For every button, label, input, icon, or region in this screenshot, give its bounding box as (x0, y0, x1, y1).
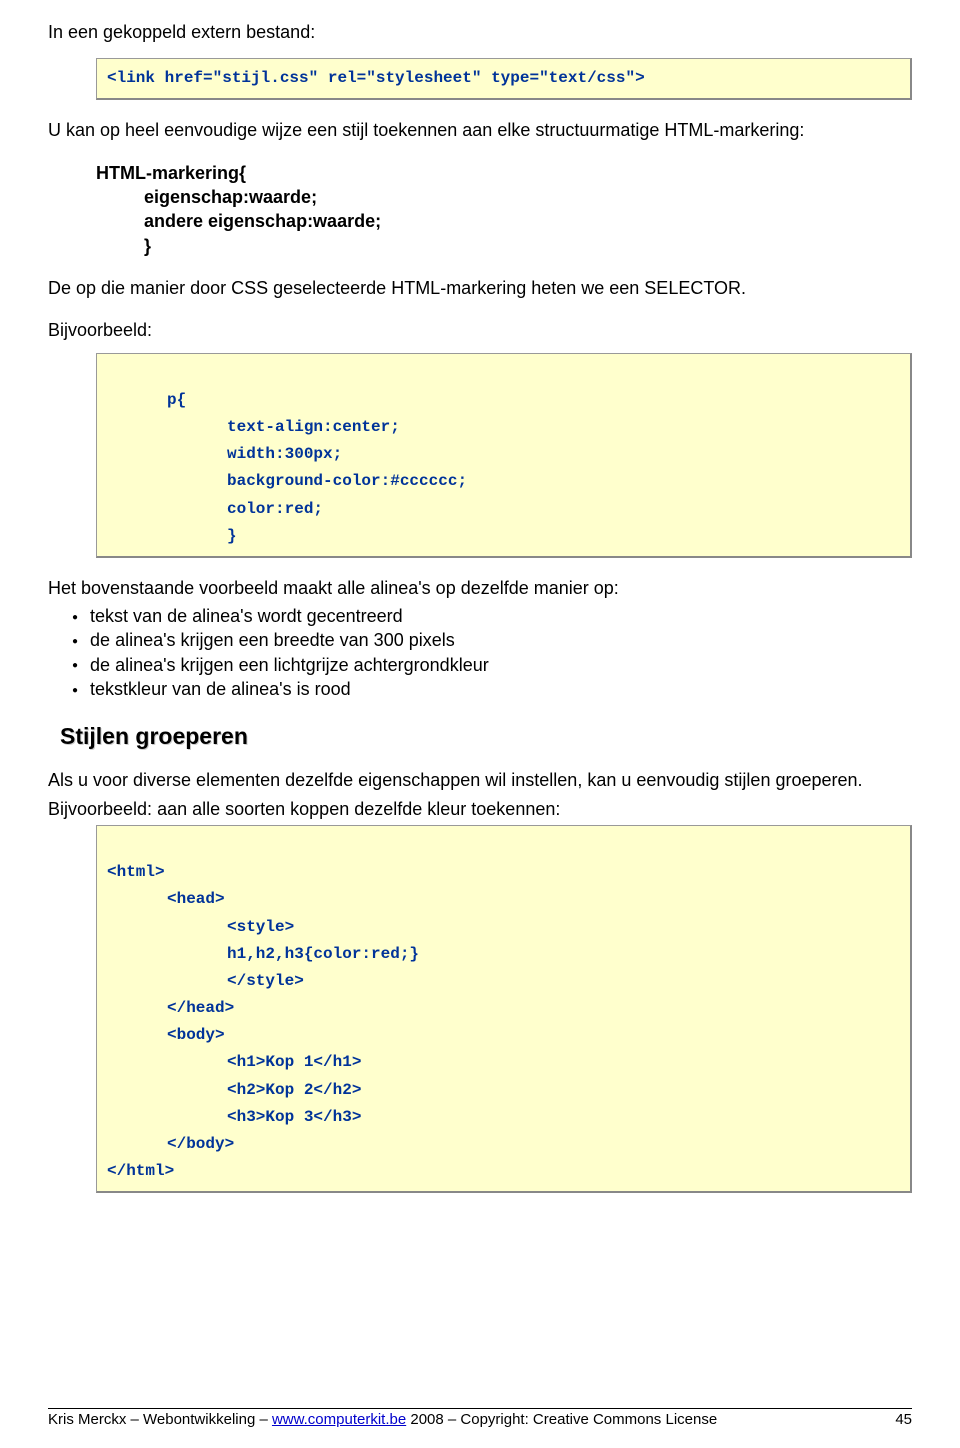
footer-pre: Kris Merckx – Webontwikkeling – (48, 1411, 272, 1428)
list-item: tekst van de alinea's wordt gecentreerd (72, 604, 912, 628)
c3-l5: </style> (107, 968, 900, 995)
para-3: De op die manier door CSS geselecteerde … (48, 276, 912, 300)
section-heading: Stijlen groeperen (60, 723, 912, 750)
para-6: Als u voor diverse elementen dezelfde ei… (48, 768, 912, 792)
para-4: Bijvoorbeeld: (48, 318, 912, 342)
c3-l4: h1,h2,h3{color:red;} (107, 941, 900, 968)
c3-l6: </head> (107, 995, 900, 1022)
list-item: tekstkleur van de alinea's is rood (72, 677, 912, 701)
c3-l8: <h1>Kop 1</h1> (107, 1049, 900, 1076)
selector-l4: } (96, 234, 912, 258)
para-2: U kan op heel eenvoudige wijze een stijl… (48, 118, 912, 142)
list-item: de alinea's krijgen een breedte van 300 … (72, 628, 912, 652)
code-block-3: <html><head><style>h1,h2,h3{color:red;}<… (96, 825, 912, 1193)
selector-l2: eigenschap:waarde; (96, 185, 912, 209)
c3-l1: <html> (107, 859, 900, 886)
c3-l3: <style> (107, 914, 900, 941)
para-5: Het bovenstaande voorbeeld maakt alle al… (48, 576, 912, 600)
page-footer: Kris Merckx – Webontwikkeling – www.comp… (48, 1408, 912, 1428)
list-item: de alinea's krijgen een lichtgrijze acht… (72, 653, 912, 677)
footer-link[interactable]: www.computerkit.be (272, 1411, 406, 1428)
c3-l2: <head> (107, 886, 900, 913)
selector-l3: andere eigenschap:waarde; (96, 209, 912, 233)
footer-post: 2008 – Copyright: Creative Commons Licen… (406, 1411, 717, 1428)
para-7: Bijvoorbeeld: aan alle soorten koppen de… (48, 797, 912, 821)
c2-l5: color:red; (107, 496, 900, 523)
c3-l7: <body> (107, 1022, 900, 1049)
c3-l10: <h3>Kop 3</h3> (107, 1104, 900, 1131)
bullet-list: tekst van de alinea's wordt gecentreerd … (72, 604, 912, 701)
code-block-2: p{text-align:center;width:300px;backgrou… (96, 353, 912, 558)
footer-left: Kris Merckx – Webontwikkeling – www.comp… (48, 1411, 717, 1428)
c3-l9: <h2>Kop 2</h2> (107, 1077, 900, 1104)
page-number: 45 (895, 1411, 912, 1428)
c2-l6: } (107, 523, 900, 550)
selector-l1: HTML-markering{ (96, 161, 912, 185)
intro-line: In een gekoppeld extern bestand: (48, 20, 912, 44)
c2-l3: width:300px; (107, 441, 900, 468)
code-block-1: <link href="stijl.css" rel="stylesheet" … (96, 58, 912, 100)
c3-l11: </body> (107, 1131, 900, 1158)
c2-l4: background-color:#cccccc; (107, 468, 900, 495)
c2-l2: text-align:center; (107, 414, 900, 441)
c3-l12: </html> (107, 1158, 900, 1185)
c2-l1: p{ (107, 387, 900, 414)
